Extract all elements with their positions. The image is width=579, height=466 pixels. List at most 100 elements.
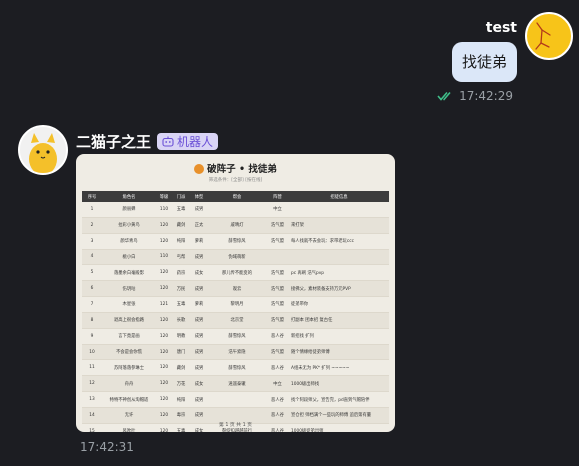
apprentice-table: 序号 角色名 等级 门派 体型 帮会 阵营 招徒信息 1 颜丽蝉 110 五毒 成男 中立 2 拉彩小黄鸟 1… xyxy=(82,191,389,432)
table-cell xyxy=(289,249,389,266)
table-cell: 丐帮 xyxy=(172,249,190,266)
table-cell: 1 xyxy=(82,202,102,218)
table-cell: 退高上很会指路 xyxy=(102,312,156,329)
stick-figure-icon xyxy=(535,22,551,50)
table-cell: 那儿传不能变的 xyxy=(208,264,266,282)
column-header: 体型 xyxy=(190,191,208,202)
bot-header: 二猫子之王 机器人 xyxy=(76,131,219,152)
table-cell: 成男 xyxy=(190,328,208,345)
table-row: 4 桃小白 110 丐帮 成男 伪域萌新 xyxy=(82,249,389,266)
double-check-icon xyxy=(437,91,451,101)
table-cell: 随个情缘给徒弟师傅 xyxy=(289,344,389,361)
table-cell: 成男 xyxy=(190,344,208,361)
table-cell: 每人找就不去会玩：求带老玩ccc xyxy=(289,233,389,250)
table-cell: 打副本 团本招 复古任 xyxy=(289,312,389,329)
table-cell: 120 xyxy=(156,233,172,250)
table-cell: 五毒 xyxy=(172,296,190,313)
table-cell: 120 xyxy=(156,264,172,282)
table-row: 7 木星张 121 五毒 萝莉 黎明月 浩气盟 徒弟带你 xyxy=(82,296,389,313)
table-cell: 落墨余白毫殿影 xyxy=(102,264,156,282)
table-cell: 伤玥咕 xyxy=(102,280,156,298)
user-avatar[interactable] xyxy=(525,12,573,60)
table-row: 5 落墨余白毫殿影 120 药宗 成女 那儿传不能变的 浩气盟 pc 再刷 浩气pvp xyxy=(82,264,389,282)
table-row: 12 舟舟 120 万花 成女 逍遥泰辙 中立 1000级出师找 xyxy=(82,375,389,393)
message-status: 17:42:29 xyxy=(437,89,513,103)
robot-icon xyxy=(162,136,174,147)
table-cell: 成男 xyxy=(190,391,208,408)
table-cell: 藏剑 xyxy=(172,217,190,234)
yellow-cat-icon xyxy=(29,133,57,173)
bot-avatar[interactable] xyxy=(18,125,68,175)
table-row: 11 苏阿落落参琳士 120 藏剑 成男 薛雪惊风 恶人谷 A组未无为 PK* 扩列 ~~~~… xyxy=(82,359,389,377)
table-cell: 言下竟是画 xyxy=(102,328,156,345)
table-cell: 颜华青鸟 xyxy=(102,233,156,250)
table-cell: 正太 xyxy=(190,217,208,234)
table-cell: 新招找 扩列 xyxy=(289,328,389,345)
bot-name[interactable]: 二猫子之王 xyxy=(76,131,151,152)
table-cell: 11 xyxy=(82,359,102,377)
table-cell: 找个阿段师父，宣告完，pd直到气帽陪伴 xyxy=(289,391,389,408)
table-cell xyxy=(266,249,289,266)
table-cell: 接佛父，素材装备支持万元PVP xyxy=(289,280,389,298)
table-cell: 伪域萌新 xyxy=(208,249,266,266)
table-cell: 120 xyxy=(156,312,172,329)
table-cell: 徒弟带你 xyxy=(289,296,389,313)
table-body: 1 颜丽蝉 110 五毒 成男 中立 2 拉彩小黄鸟 120 藏剑 正太 戚晴灯 浩气盟 来打架 3 颜华青鸟… xyxy=(82,202,389,432)
table-cell: 唐门 xyxy=(172,344,190,361)
table-cell: 成男 xyxy=(190,280,208,298)
outgoing-message-bubble[interactable]: 找徒弟 xyxy=(451,42,517,82)
table-row: 10 不会是会你慌 120 唐门 成男 浩午索隐 浩气盟 随个情缘给徒弟师傅 xyxy=(82,344,389,361)
table-cell: 3 xyxy=(82,233,102,250)
table-cell: 浩气盟 xyxy=(266,344,289,361)
table-cell: 观云 xyxy=(208,280,266,298)
card-title: 破阵子 • 找徒弟 xyxy=(76,161,395,175)
table-row: 2 拉彩小黄鸟 120 藏剑 正太 戚晴灯 浩气盟 来打架 xyxy=(82,217,389,234)
outgoing-message-time: 17:42:29 xyxy=(459,89,513,103)
table-cell: 薛雪惊风 xyxy=(208,359,266,377)
table-cell: 成男 xyxy=(190,312,208,329)
table-cell: 来打架 xyxy=(289,217,389,234)
table-cell: 万花 xyxy=(172,375,190,393)
table-cell: 藏剑 xyxy=(172,359,190,377)
table-cell: 120 xyxy=(156,375,172,393)
table-row: 8 退高上很会指路 120 长歌 成男 北京堂 浩气盟 打副本 团本招 复古任 xyxy=(82,312,389,329)
table-cell: 120 xyxy=(156,344,172,361)
bot-badge: 机器人 xyxy=(157,133,219,150)
table-cell: 颜丽蝉 xyxy=(102,202,156,218)
table-cell: 7 xyxy=(82,296,102,313)
table-cell: 舟舟 xyxy=(102,375,156,393)
table-cell: 恶人谷 xyxy=(266,359,289,377)
table-cell: 121 xyxy=(156,296,172,313)
table-cell: 浩气盟 xyxy=(266,280,289,298)
column-header: 角色名 xyxy=(102,191,156,202)
table-cell: 黎明月 xyxy=(208,296,266,313)
table-cell: 120 xyxy=(156,280,172,298)
table-cell: 浩气盟 xyxy=(266,296,289,313)
table-cell xyxy=(289,202,389,218)
table-cell: 苏阿落落参琳士 xyxy=(102,359,156,377)
table-cell: 6 xyxy=(82,280,102,298)
table-row: 13 特特不神创从淘帽适 120 纯阳 成男 恶人谷 找个阿段师父，宣告完，pd直到气帽陪伴 xyxy=(82,391,389,408)
table-cell: 浩气盟 xyxy=(266,264,289,282)
column-header: 招徒信息 xyxy=(289,191,389,202)
column-header: 门派 xyxy=(172,191,190,202)
table-cell: 成女 xyxy=(190,375,208,393)
table-cell: 浩气盟 xyxy=(266,233,289,250)
sender-name: test xyxy=(485,20,517,36)
table-cell: 8 xyxy=(82,312,102,329)
table-cell: 120 xyxy=(156,359,172,377)
table-cell: 桃小白 xyxy=(102,249,156,266)
column-header: 阵营 xyxy=(266,191,289,202)
table-cell: 浩午索隐 xyxy=(208,344,266,361)
table-cell: 浩气盟 xyxy=(266,312,289,329)
table-cell: 拉彩小黄鸟 xyxy=(102,217,156,234)
table-cell: 薛雪惊风 xyxy=(208,233,266,250)
table-cell: 120 xyxy=(156,328,172,345)
table-header-row: 序号 角色名 等级 门派 体型 帮会 阵营 招徒信息 xyxy=(82,191,389,202)
table-cell: 4 xyxy=(82,249,102,266)
table-cell: 逍遥泰辙 xyxy=(208,375,266,393)
result-image-card[interactable]: 破阵子 • 找徒弟 筛选条件：[全部] [按在线] 序号 角色名 等级 门派 体型 帮会阵… xyxy=(76,154,395,432)
card-subtitle: 筛选条件：[全部] [按在线] xyxy=(208,178,263,183)
table-cell: 不会是会你慌 xyxy=(102,344,156,361)
table-cell: 13 xyxy=(82,391,102,408)
